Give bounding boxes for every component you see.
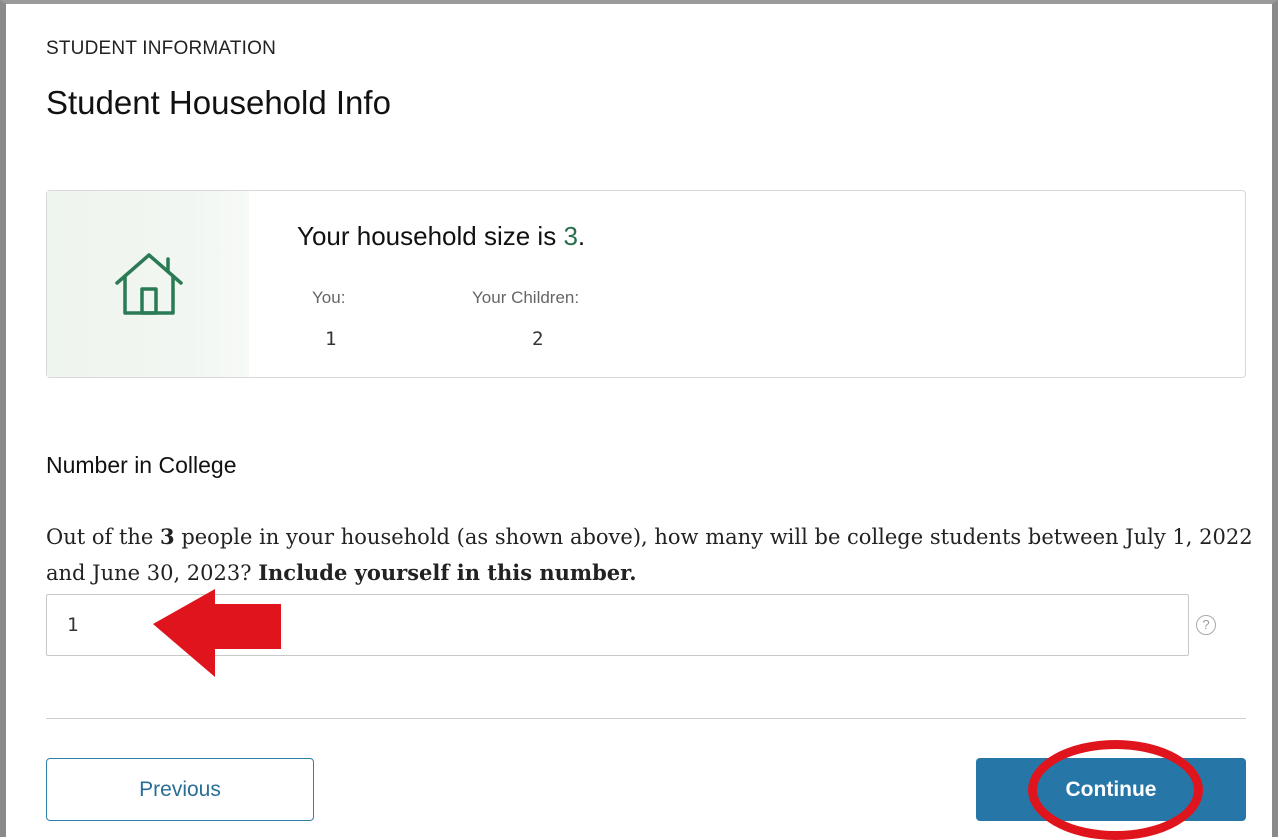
question-count: 3 xyxy=(160,524,175,549)
heading-prefix: Your household size is xyxy=(297,221,564,251)
red-arrow-annotation xyxy=(153,589,281,677)
continue-button[interactable]: Continue xyxy=(976,758,1246,821)
question-part1: Out of the xyxy=(46,525,161,549)
previous-button[interactable]: Previous xyxy=(46,758,314,821)
question-emphasis: Include yourself in this number. xyxy=(258,560,637,585)
household-size-heading: Your household size is 3. xyxy=(297,221,585,252)
page-frame: STUDENT INFORMATION Student Household In… xyxy=(0,0,1278,840)
stat-label-you: You: xyxy=(312,288,346,307)
number-in-college-question: Out of the 3 people in your household (a… xyxy=(46,519,1256,591)
number-in-college-heading: Number in College xyxy=(46,452,237,478)
card-icon-panel xyxy=(47,191,249,377)
stat-value-you: 1 xyxy=(325,328,337,350)
stat-label-children: Your Children: xyxy=(472,288,580,307)
page-title: Student Household Info xyxy=(46,84,391,121)
stat-value-children: 2 xyxy=(532,328,544,350)
section-label: STUDENT INFORMATION xyxy=(46,38,277,59)
household-size-value: 3 xyxy=(563,221,578,251)
house-icon xyxy=(115,253,183,315)
heading-suffix: . xyxy=(577,221,586,251)
help-icon[interactable]: ? xyxy=(1196,615,1216,635)
question-part2: people in your household (as shown above… xyxy=(46,525,1253,585)
footer-divider xyxy=(46,718,1246,719)
household-summary-card: Your household size is 3. You: 1 Your Ch… xyxy=(46,190,1246,378)
